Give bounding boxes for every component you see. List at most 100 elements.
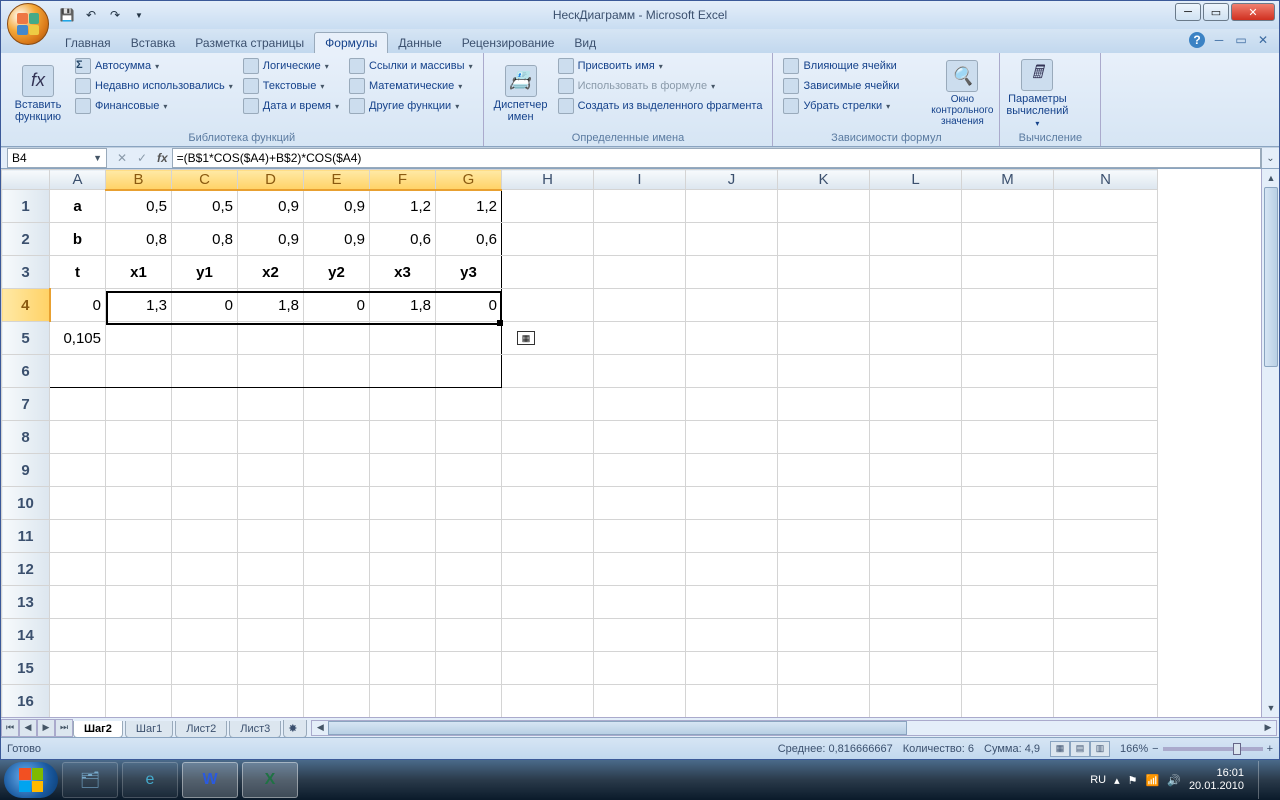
cell-D1[interactable]: 0,9 bbox=[238, 190, 304, 223]
datetime-button[interactable]: Дата и время▾ bbox=[241, 97, 341, 115]
show-formulas-icon[interactable] bbox=[907, 61, 927, 77]
row-14[interactable]: 14 bbox=[2, 619, 50, 652]
recent-button[interactable]: Недавно использовались▾ bbox=[73, 77, 235, 95]
row-11[interactable]: 11 bbox=[2, 520, 50, 553]
cell-H1[interactable] bbox=[502, 190, 594, 223]
calc-now-icon[interactable] bbox=[1072, 67, 1092, 83]
tab-data[interactable]: Данные bbox=[388, 33, 451, 53]
sheet-tab-3[interactable]: Лист3 bbox=[229, 721, 281, 738]
cell-E1[interactable]: 0,9 bbox=[304, 190, 370, 223]
mdi-close-icon[interactable]: ✕ bbox=[1255, 32, 1271, 48]
zoom-out-icon[interactable]: − bbox=[1152, 743, 1158, 755]
row-12[interactable]: 12 bbox=[2, 553, 50, 586]
vscroll-thumb[interactable] bbox=[1264, 187, 1278, 367]
view-pagelayout-icon[interactable]: ▤ bbox=[1070, 741, 1090, 757]
tray-lang[interactable]: RU bbox=[1090, 774, 1106, 786]
select-all-corner[interactable] bbox=[2, 170, 50, 190]
sheet-nav-next-icon[interactable]: ▶ bbox=[37, 719, 55, 737]
cell-D2[interactable]: 0,9 bbox=[238, 223, 304, 256]
zoom-control[interactable]: 166% − + bbox=[1120, 743, 1273, 755]
sheet-tab-2[interactable]: Лист2 bbox=[175, 721, 227, 738]
cell-C5[interactable] bbox=[172, 322, 238, 355]
taskbar-item-excel[interactable]: X bbox=[242, 762, 298, 798]
cell-D5[interactable] bbox=[238, 322, 304, 355]
cell-A4[interactable]: 0 bbox=[50, 289, 106, 322]
tab-review[interactable]: Рецензирование bbox=[452, 33, 565, 53]
cell-F3[interactable]: x3 bbox=[370, 256, 436, 289]
lookup-button[interactable]: Ссылки и массивы▾ bbox=[347, 57, 475, 75]
zoom-in-icon[interactable]: + bbox=[1267, 743, 1273, 755]
autosum-button[interactable]: ΣАвтосумма▾ bbox=[73, 57, 235, 75]
scroll-down-icon[interactable]: ▼ bbox=[1262, 699, 1279, 717]
cell-E3[interactable]: y2 bbox=[304, 256, 370, 289]
view-normal-icon[interactable]: ▦ bbox=[1050, 741, 1070, 757]
col-I[interactable]: I bbox=[594, 170, 686, 190]
cell-E4[interactable]: 0 bbox=[304, 289, 370, 322]
sheet-tab-1[interactable]: Шаг1 bbox=[125, 721, 173, 738]
cell-A1[interactable]: a bbox=[50, 190, 106, 223]
cell-D3[interactable]: x2 bbox=[238, 256, 304, 289]
name-manager-button[interactable]: 📇 Диспетчер имен bbox=[492, 57, 550, 130]
cell-F2[interactable]: 0,6 bbox=[370, 223, 436, 256]
row-13[interactable]: 13 bbox=[2, 586, 50, 619]
cell-E2[interactable]: 0,9 bbox=[304, 223, 370, 256]
define-name-button[interactable]: Присвоить имя▾ bbox=[556, 57, 765, 75]
text-button[interactable]: Текстовые▾ bbox=[241, 77, 341, 95]
namebox-dropdown-icon[interactable]: ▼ bbox=[93, 153, 102, 163]
col-C[interactable]: C bbox=[172, 170, 238, 190]
autofill-options-icon[interactable]: ▦ bbox=[517, 331, 535, 345]
cell-G4[interactable]: 0 bbox=[436, 289, 502, 322]
col-K[interactable]: K bbox=[778, 170, 870, 190]
row-6[interactable]: 6 bbox=[2, 355, 50, 388]
logical-button[interactable]: Логические▾ bbox=[241, 57, 341, 75]
tray-date[interactable]: 20.01.2010 bbox=[1189, 780, 1244, 793]
col-F[interactable]: F bbox=[370, 170, 436, 190]
col-D[interactable]: D bbox=[238, 170, 304, 190]
tab-pagelayout[interactable]: Разметка страницы bbox=[185, 33, 314, 53]
expand-formula-bar-icon[interactable]: ⌄ bbox=[1261, 148, 1279, 168]
insert-function-button[interactable]: fx Вставить функцию bbox=[9, 57, 67, 130]
morefn-button[interactable]: Другие функции▾ bbox=[347, 97, 475, 115]
tray-volume-icon[interactable]: 🔊 bbox=[1167, 774, 1181, 787]
error-check-icon[interactable] bbox=[907, 86, 927, 102]
sheet-nav-first-icon[interactable]: ⏮ bbox=[1, 719, 19, 737]
scroll-right-icon[interactable]: ▶ bbox=[1260, 721, 1276, 735]
spreadsheet-grid[interactable]: A B C D E F G H I J K L M N 1 a 0,5 0,5 … bbox=[1, 169, 1279, 717]
cell-C2[interactable]: 0,8 bbox=[172, 223, 238, 256]
cell-G5[interactable] bbox=[436, 322, 502, 355]
row-9[interactable]: 9 bbox=[2, 454, 50, 487]
row-15[interactable]: 15 bbox=[2, 652, 50, 685]
cell-F5[interactable] bbox=[370, 322, 436, 355]
cell-E5[interactable] bbox=[304, 322, 370, 355]
row-10[interactable]: 10 bbox=[2, 487, 50, 520]
taskbar-item-ie[interactable]: e bbox=[122, 762, 178, 798]
trace-precedents-button[interactable]: Влияющие ячейки bbox=[781, 57, 901, 75]
row-5[interactable]: 5 bbox=[2, 322, 50, 355]
cell-G3[interactable]: y3 bbox=[436, 256, 502, 289]
taskbar-item-libraries[interactable]: 🗂 bbox=[62, 762, 118, 798]
zoom-slider[interactable] bbox=[1163, 747, 1263, 751]
qat-undo-icon[interactable]: ↶ bbox=[81, 5, 101, 25]
tray-time[interactable]: 16:01 bbox=[1189, 767, 1244, 780]
row-8[interactable]: 8 bbox=[2, 421, 50, 454]
sheet-nav-last-icon[interactable]: ⏭ bbox=[55, 719, 73, 737]
fx-icon[interactable]: fx bbox=[157, 151, 168, 165]
view-pagebreak-icon[interactable]: ▥ bbox=[1090, 741, 1110, 757]
cell-F4[interactable]: 1,8 bbox=[370, 289, 436, 322]
horizontal-scrollbar[interactable]: ◀ ▶ bbox=[311, 720, 1277, 736]
cell-C1[interactable]: 0,5 bbox=[172, 190, 238, 223]
col-H[interactable]: H bbox=[502, 170, 594, 190]
qat-save-icon[interactable]: 💾 bbox=[57, 5, 77, 25]
row-7[interactable]: 7 bbox=[2, 388, 50, 421]
col-A[interactable]: A bbox=[50, 170, 106, 190]
help-icon[interactable]: ? bbox=[1189, 32, 1205, 48]
office-button[interactable] bbox=[7, 3, 49, 45]
cell-C3[interactable]: y1 bbox=[172, 256, 238, 289]
trace-dependents-button[interactable]: Зависимые ячейки bbox=[781, 77, 901, 95]
cell-B5[interactable] bbox=[106, 322, 172, 355]
cell-G1[interactable]: 1,2 bbox=[436, 190, 502, 223]
tab-formulas[interactable]: Формулы bbox=[314, 32, 388, 53]
create-from-sel-button[interactable]: Создать из выделенного фрагмента bbox=[556, 97, 765, 115]
tray-flag-icon[interactable]: ⚑ bbox=[1128, 774, 1138, 787]
mdi-minimize-icon[interactable]: ─ bbox=[1211, 32, 1227, 48]
